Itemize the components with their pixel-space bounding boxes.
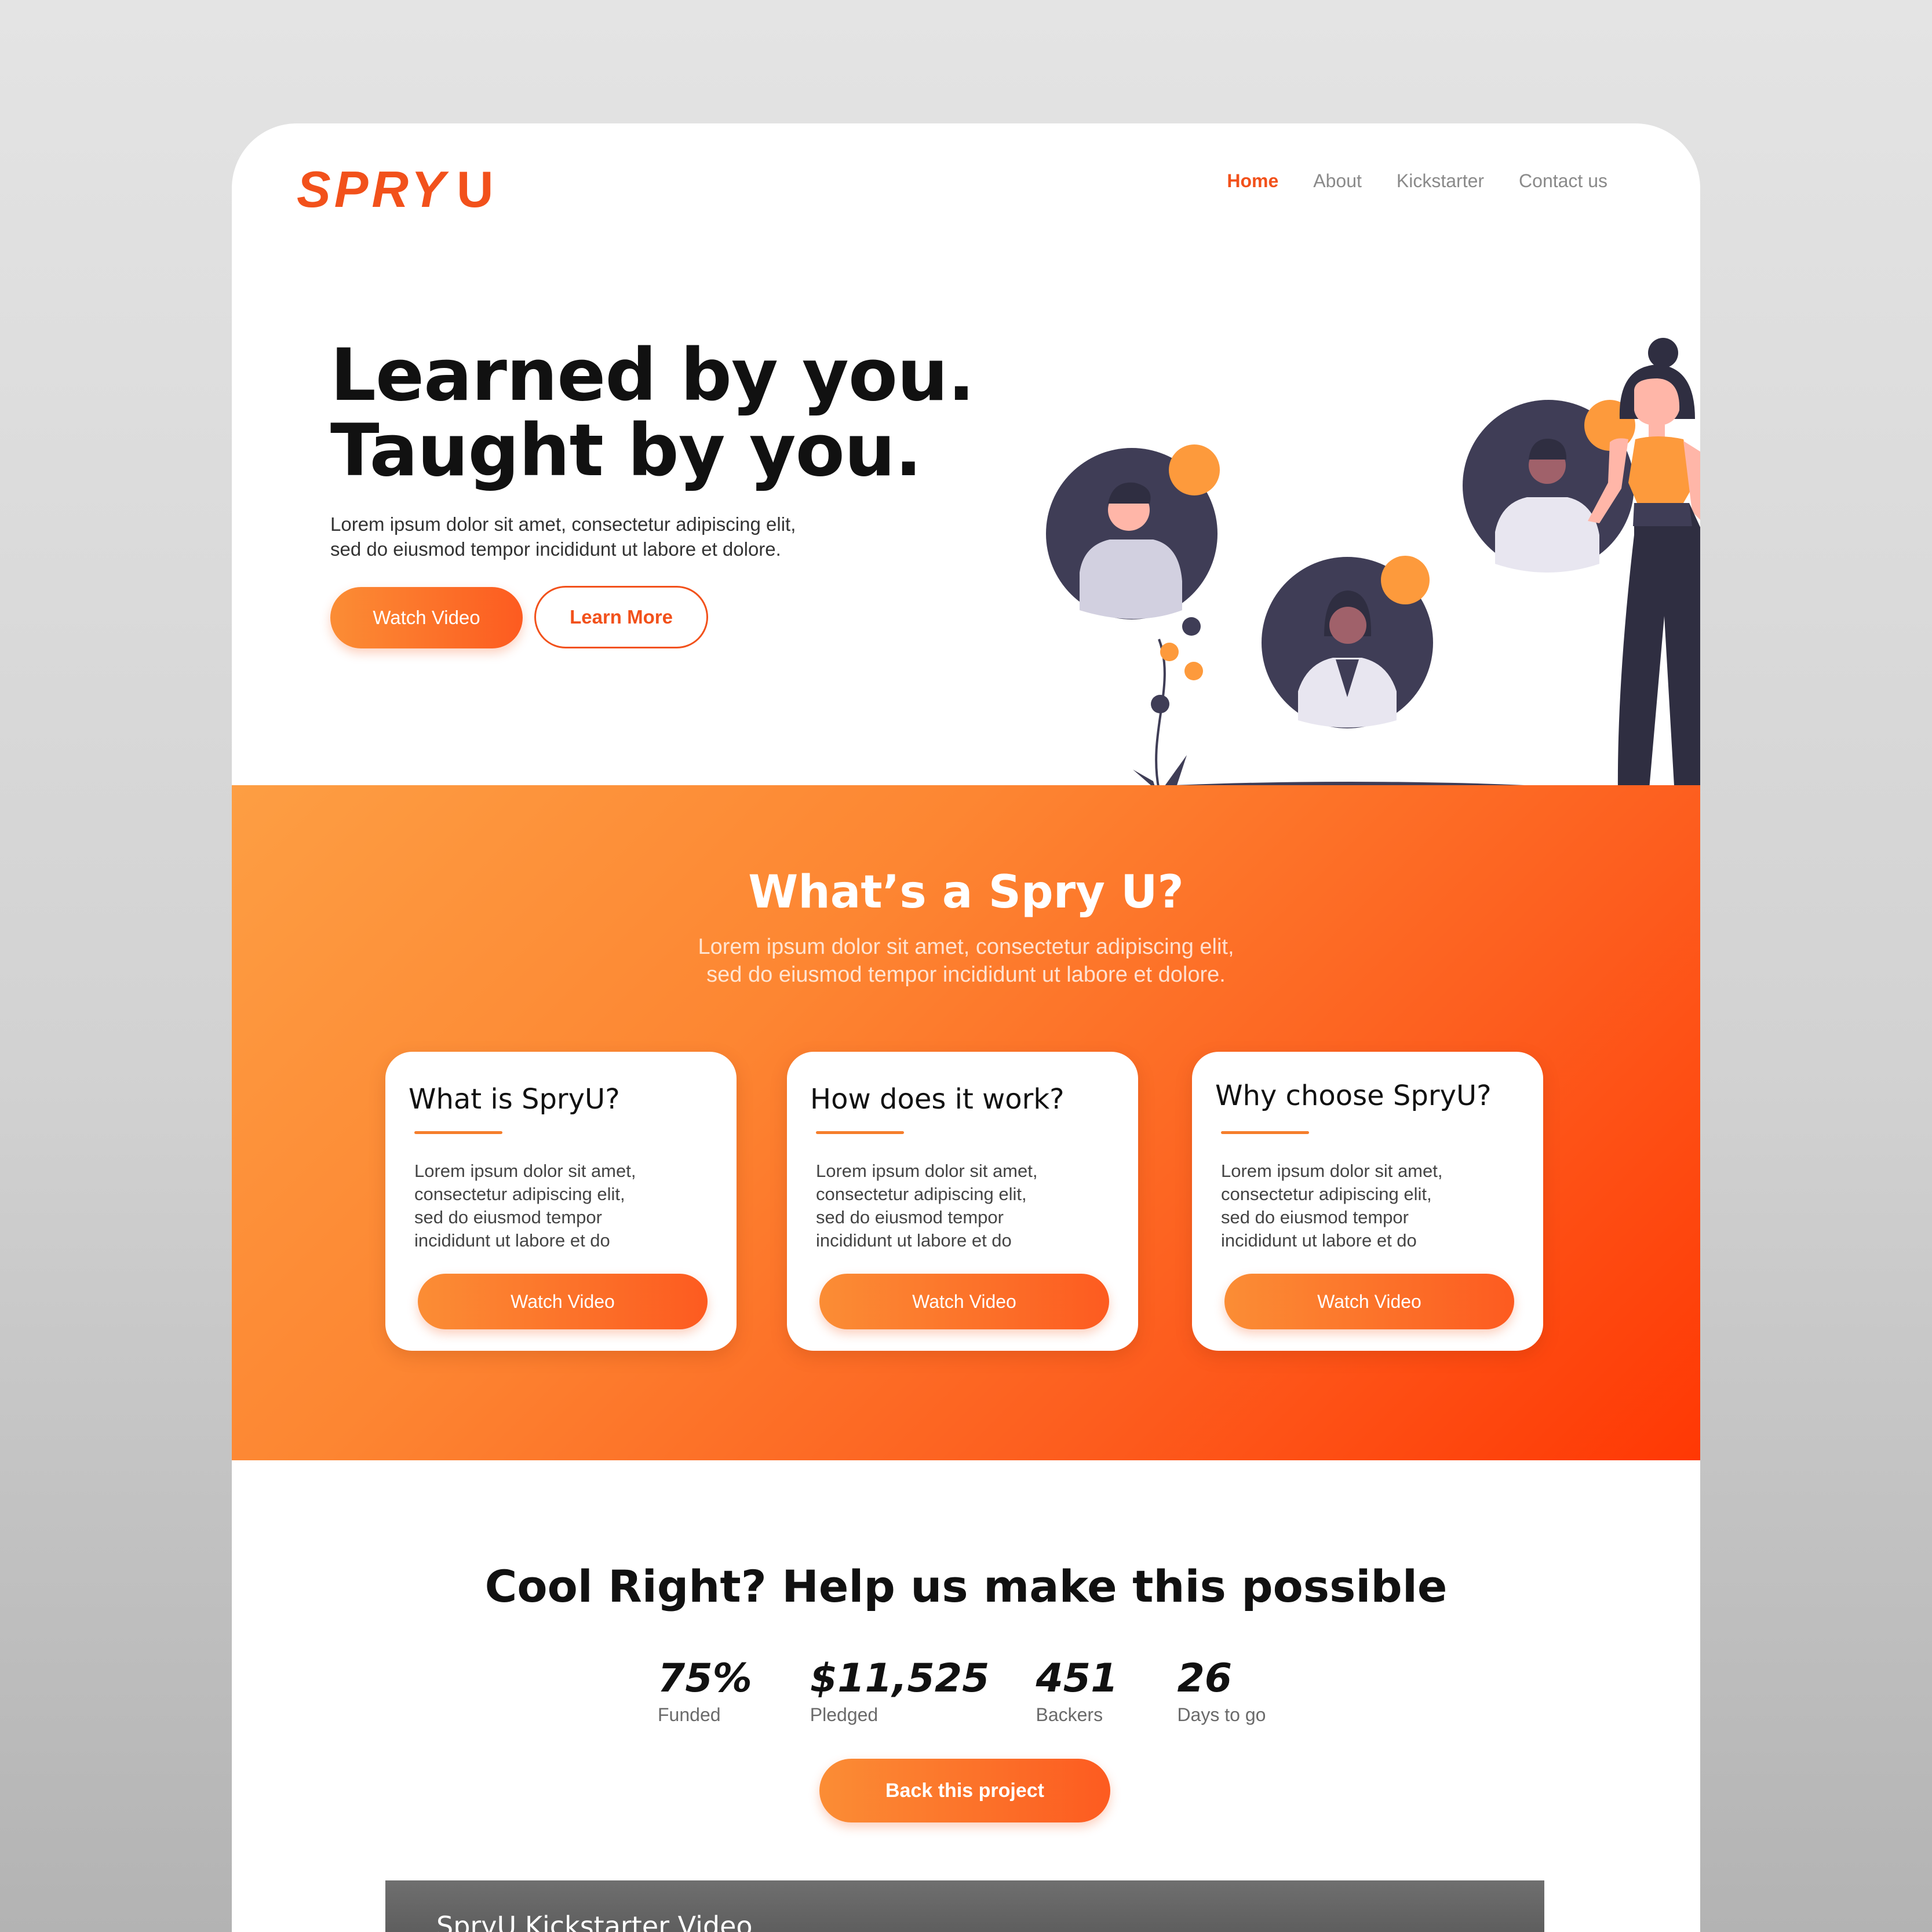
card-watch-video-button[interactable]: Watch Video	[819, 1274, 1109, 1329]
card-text: Lorem ipsum dolor sit amet, consectetur …	[816, 1160, 1117, 1252]
card-divider	[414, 1131, 502, 1134]
info-card-what-is: What is SpryU? Lorem ipsum dolor sit ame…	[385, 1052, 737, 1351]
hero-description: Lorem ipsum dolor sit amet, consectetur …	[330, 512, 910, 562]
stat-days-to-go: 26 Days to go	[1177, 1656, 1266, 1725]
landing-page: SPRY U Home About Kickstarter Contact us …	[232, 123, 1700, 1932]
info-card-how-it-works: How does it work? Lorem ipsum dolor sit …	[787, 1052, 1138, 1351]
logo-u: U	[457, 161, 497, 218]
stat-label: Funded	[658, 1704, 721, 1725]
avatar-circle-2	[1262, 556, 1433, 728]
about-title: What’s a Spry U?	[748, 866, 1184, 918]
stat-label: Pledged	[810, 1704, 878, 1725]
hero-title-line-1: Learned by you.	[330, 334, 975, 417]
card-text-line: incididunt ut labore et do	[414, 1230, 610, 1251]
about-subtitle: Lorem ipsum dolor sit amet, consectetur …	[232, 933, 1700, 989]
hero-desc-line-1: Lorem ipsum dolor sit amet, consectetur …	[330, 513, 796, 535]
kickstarter-video[interactable]: SpryU Kickstarter Video	[385, 1880, 1544, 1932]
card-divider	[1221, 1131, 1309, 1134]
nav-about[interactable]: About	[1313, 172, 1362, 190]
about-sub-line-2: sed do eiusmod tempor incididunt ut labo…	[706, 963, 1226, 987]
card-text-line: incididunt ut labore et do	[816, 1230, 1012, 1251]
stat-backers: 451 Backers	[1036, 1656, 1118, 1725]
card-text-line: sed do eiusmod tempor	[1221, 1207, 1409, 1227]
hero-watch-video-button[interactable]: Watch Video	[330, 587, 523, 648]
hero-desc-line-2: sed do eiusmod tempor incididunt ut labo…	[330, 538, 781, 560]
card-text-line: consectetur adipiscing elit,	[414, 1184, 625, 1204]
card-title: How does it work?	[810, 1083, 1065, 1116]
card-text-line: Lorem ipsum dolor sit amet,	[816, 1161, 1038, 1181]
card-watch-video-button[interactable]: Watch Video	[418, 1274, 708, 1329]
stat-value: 26	[1177, 1656, 1233, 1701]
top-nav: Home About Kickstarter Contact us	[1227, 172, 1607, 190]
stat-label: Backers	[1036, 1704, 1103, 1725]
logo-text: SPRY	[297, 161, 449, 218]
card-text-line: sed do eiusmod tempor	[414, 1207, 602, 1227]
stat-pledged: $11,525 Pledged	[810, 1656, 990, 1725]
stat-value: 75%	[658, 1656, 752, 1701]
stat-funded: 75% Funded	[658, 1656, 752, 1725]
info-card-why-choose: Why choose SpryU? Lorem ipsum dolor sit …	[1192, 1052, 1543, 1351]
card-text-line: consectetur adipiscing elit,	[816, 1184, 1027, 1204]
funding-title: Cool Right? Help us make this possible	[484, 1561, 1448, 1612]
nav-home[interactable]: Home	[1227, 172, 1278, 190]
stat-value: $11,525	[810, 1656, 990, 1701]
funding-stats: 75% Funded $11,525 Pledged 451 Backers 2…	[658, 1656, 1266, 1725]
hero-title: Learned by you. Taught by you.	[330, 334, 975, 493]
about-sub-line-1: Lorem ipsum dolor sit amet, consectetur …	[698, 935, 1234, 959]
stat-value: 451	[1036, 1656, 1118, 1701]
avatar-circle-1	[1046, 444, 1220, 619]
hero-illustration	[1003, 338, 1700, 833]
card-title: Why choose SpryU?	[1215, 1080, 1492, 1112]
stat-label: Days to go	[1177, 1704, 1266, 1725]
card-text: Lorem ipsum dolor sit amet, consectetur …	[414, 1160, 716, 1252]
card-text: Lorem ipsum dolor sit amet, consectetur …	[1221, 1160, 1522, 1252]
back-this-project-button[interactable]: Back this project	[819, 1759, 1110, 1822]
about-section: What’s a Spry U? Lorem ipsum dolor sit a…	[232, 785, 1700, 1460]
card-text-line: Lorem ipsum dolor sit amet,	[414, 1161, 636, 1181]
card-title: What is SpryU?	[409, 1083, 620, 1116]
learn-more-button[interactable]: Learn More	[534, 586, 708, 648]
video-title: SpryU Kickstarter Video	[436, 1911, 753, 1932]
nav-kickstarter[interactable]: Kickstarter	[1397, 172, 1484, 190]
card-text-line: sed do eiusmod tempor	[816, 1207, 1004, 1227]
card-divider	[816, 1131, 904, 1134]
logo[interactable]: SPRY U	[297, 164, 497, 215]
card-text-line: Lorem ipsum dolor sit amet,	[1221, 1161, 1443, 1181]
hero-title-line-2: Taught by you.	[330, 409, 922, 493]
card-text-line: incididunt ut labore et do	[1221, 1230, 1417, 1251]
card-text-line: consectetur adipiscing elit,	[1221, 1184, 1432, 1204]
card-watch-video-button[interactable]: Watch Video	[1224, 1274, 1514, 1329]
nav-contact[interactable]: Contact us	[1519, 172, 1607, 190]
